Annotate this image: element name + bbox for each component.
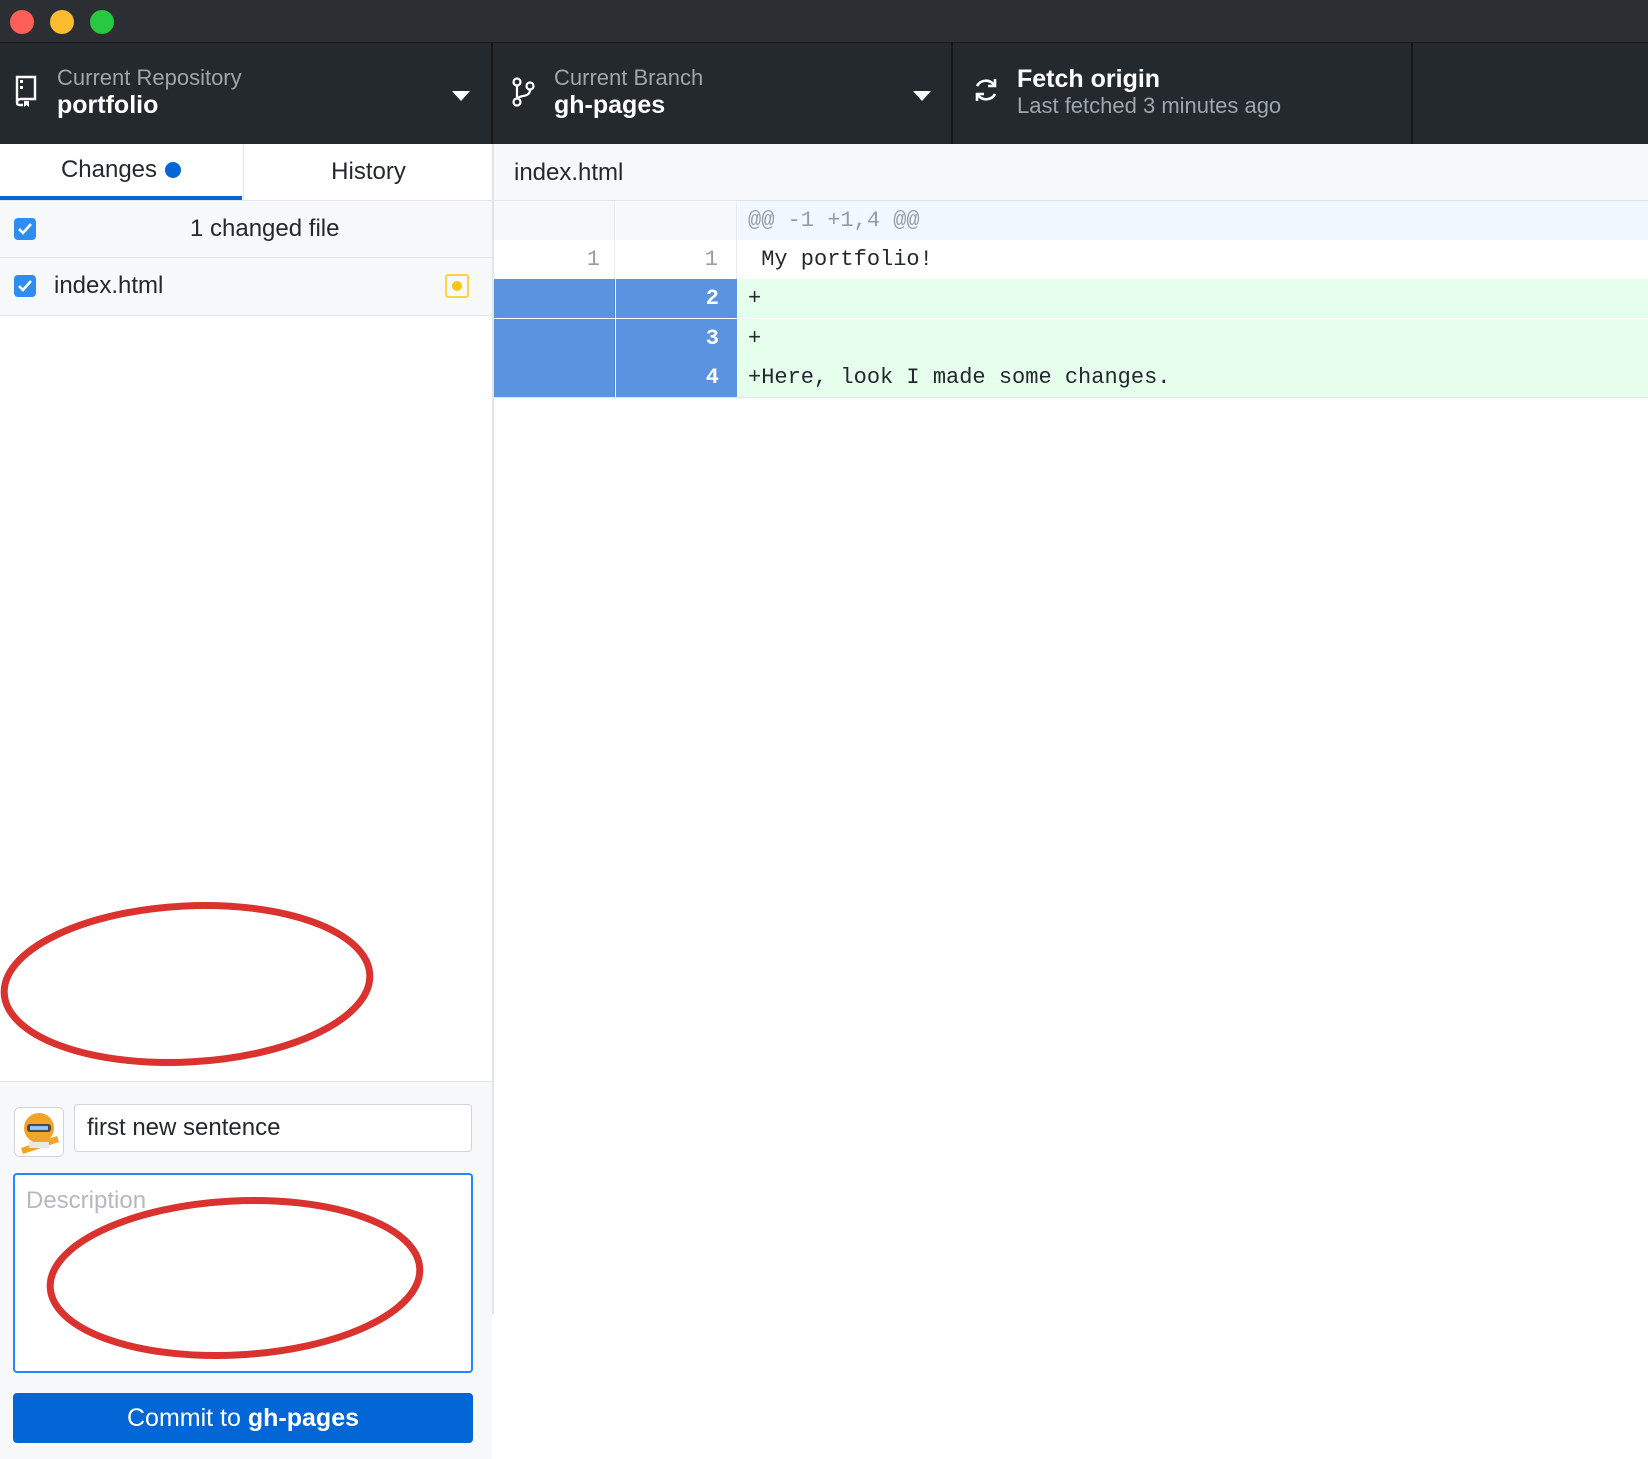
diff-hunk-header: @@ -1 +1,4 @@ — [494, 201, 1648, 240]
old-line-number[interactable] — [494, 279, 615, 318]
current-repository-label: Current Repository — [57, 65, 242, 90]
diff-line[interactable]: 4 +Here, look I made some changes. — [494, 358, 1648, 397]
tab-history[interactable]: History — [243, 144, 493, 200]
commit-button-prefix: Commit to — [126, 1403, 241, 1432]
current-branch-button[interactable]: Current Branch gh-pages — [493, 43, 953, 144]
tab-history-label: History — [331, 158, 406, 185]
checkmark-icon — [18, 223, 32, 235]
diff-line-text: @@ -1 +1,4 @@ — [738, 201, 1648, 240]
minimize-window-button[interactable] — [50, 10, 74, 34]
chevron-down-icon — [452, 91, 470, 101]
zoom-window-button[interactable] — [90, 10, 114, 34]
file-checkbox[interactable] — [14, 275, 36, 297]
current-repository-button[interactable]: Current Repository portfolio — [0, 43, 493, 144]
new-line-number[interactable]: 3 — [616, 319, 737, 358]
new-line-number[interactable]: 4 — [616, 358, 737, 397]
new-line-number — [616, 201, 737, 240]
diff-line-text: My portfolio! — [738, 240, 1648, 279]
new-line-number: 1 — [616, 240, 737, 279]
title-bar — [0, 0, 1648, 43]
commit-button-branch: gh-pages — [247, 1403, 360, 1432]
commit-summary-input[interactable]: first new sentence — [74, 1104, 472, 1152]
diff-line-text: + — [738, 279, 1648, 318]
last-fetched-text: Last fetched 3 minutes ago — [1017, 93, 1282, 118]
hubot-avatar-icon — [15, 1108, 63, 1156]
current-branch-name: gh-pages — [554, 91, 666, 119]
branch-icon — [512, 77, 535, 107]
changed-files-header: 1 changed file — [0, 201, 492, 258]
toolbar: Current Repository portfolio Current Bra… — [0, 43, 1648, 144]
tab-changes[interactable]: Changes — [0, 144, 242, 200]
current-repository-name: portfolio — [57, 91, 159, 119]
modified-file-icon — [445, 274, 469, 298]
sidebar-tabs: Changes History — [0, 144, 492, 201]
diff-line[interactable]: 3 + — [494, 319, 1648, 358]
changes-indicator-dot — [165, 162, 182, 178]
select-all-checkbox[interactable] — [14, 218, 36, 240]
old-line-number[interactable] — [494, 319, 615, 358]
sidebar: Changes History 1 changed file index.htm… — [0, 144, 494, 1459]
commit-description-input[interactable]: Description — [13, 1173, 473, 1373]
chevron-down-icon — [913, 91, 931, 101]
close-window-button[interactable] — [10, 10, 34, 34]
changed-files-count: 1 changed file — [190, 215, 340, 242]
diff-line-text: +Here, look I made some changes. — [738, 358, 1648, 397]
diff-file-name: index.html — [514, 159, 624, 186]
diff-file-header: index.html — [494, 144, 1648, 201]
fetch-origin-title: Fetch origin — [1017, 65, 1161, 93]
diff-line-text: + — [738, 319, 1648, 358]
sync-icon — [975, 79, 997, 101]
diff-divider — [494, 397, 1648, 398]
old-line-number: 1 — [494, 240, 615, 279]
repo-icon — [15, 75, 37, 107]
old-line-number[interactable] — [494, 358, 615, 397]
diff-line: 1 1 My portfolio! — [494, 240, 1648, 279]
current-branch-label: Current Branch — [554, 65, 704, 90]
list-item[interactable]: index.html — [0, 258, 492, 316]
fetch-origin-button[interactable]: Fetch origin Last fetched 3 minutes ago — [953, 43, 1413, 144]
diff-line[interactable]: 2 + — [494, 279, 1648, 318]
commit-button[interactable]: Commit to gh-pages — [13, 1393, 473, 1443]
avatar — [14, 1107, 64, 1157]
file-name: index.html — [54, 272, 164, 299]
commit-panel: first new sentence Description Commit to… — [0, 1081, 492, 1459]
tab-changes-label: Changes — [60, 156, 158, 183]
checkmark-icon — [18, 280, 32, 292]
old-line-number — [494, 201, 615, 240]
new-line-number[interactable]: 2 — [616, 279, 737, 318]
